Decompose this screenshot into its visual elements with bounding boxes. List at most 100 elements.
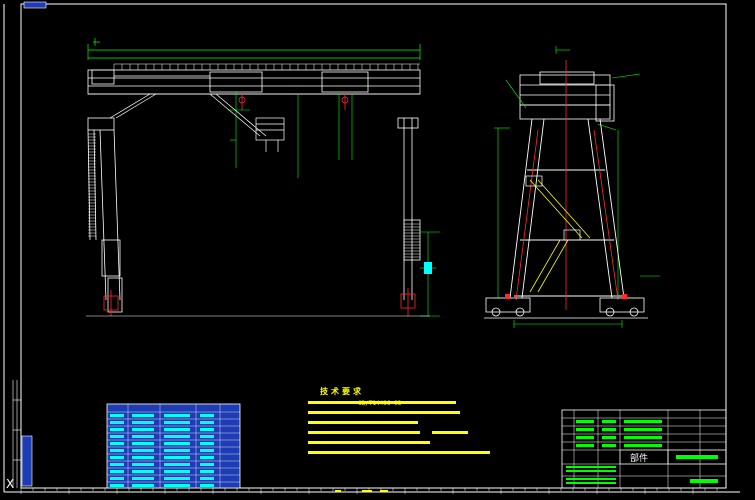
bottom-left-x-mark: X xyxy=(6,477,14,491)
title-block: 部件 xyxy=(561,409,727,489)
table-cell-text xyxy=(164,435,190,438)
table-cell-text xyxy=(110,449,124,452)
table-cell-text xyxy=(110,421,124,424)
notes-title: 技术要求 xyxy=(320,386,364,396)
table-cell-text xyxy=(110,435,124,438)
technical-requirements: 技术要求 GB/T14406—93 xyxy=(308,386,490,454)
front-view-dimensions xyxy=(87,38,421,60)
table-cell-text xyxy=(110,456,124,459)
table-cell-text xyxy=(164,442,190,445)
standard-code-text: GB/T14406—93 xyxy=(358,400,402,407)
side-elevation-view xyxy=(484,46,660,328)
girder-railing xyxy=(113,63,420,70)
table-cell-text xyxy=(200,456,214,459)
cad-drawing-canvas[interactable]: X 技术要求 GB/T14406—93 部件 xyxy=(0,0,755,500)
table-cell-text xyxy=(200,428,214,431)
table-cell-text xyxy=(164,463,190,466)
note-line xyxy=(430,451,490,454)
drawing-code-box xyxy=(23,1,47,9)
right-height-dimension-label xyxy=(424,262,432,274)
table-cell-text xyxy=(132,414,154,417)
side-view-a-frame xyxy=(509,118,625,299)
table-cell-text xyxy=(164,449,190,452)
table-cell-text xyxy=(132,442,154,445)
title-cell-text xyxy=(576,428,594,431)
hook-height-dimensions xyxy=(228,92,353,178)
table-cell-text xyxy=(200,421,214,424)
table-cell-text xyxy=(200,477,214,480)
title-cell-text xyxy=(624,420,662,423)
side-view-base-dimension xyxy=(513,320,623,328)
table-cell-text xyxy=(132,435,154,438)
table-cell-text xyxy=(200,449,214,452)
title-block-stamp: 部件 xyxy=(630,452,648,464)
note-line xyxy=(426,411,460,414)
left-leg-ladder xyxy=(88,133,96,237)
title-cell-text xyxy=(602,428,616,431)
table-cell-text xyxy=(132,463,154,466)
table-cell-text xyxy=(110,484,124,487)
side-view-ladder xyxy=(529,179,591,293)
table-cell-text xyxy=(132,449,154,452)
table-cell-text xyxy=(200,442,214,445)
table-cell-text xyxy=(200,463,214,466)
table-cell-text xyxy=(200,470,214,473)
table-cell-text xyxy=(110,477,124,480)
side-view-centerlines xyxy=(515,60,619,310)
table-cell-text xyxy=(200,414,214,417)
note-line xyxy=(426,401,456,404)
right-leg xyxy=(397,117,421,300)
title-cell-text xyxy=(566,482,616,484)
title-cell-text xyxy=(602,444,616,447)
title-cell-text xyxy=(624,436,662,439)
side-view-top-cab xyxy=(519,71,615,122)
table-cell-text xyxy=(110,442,124,445)
table-cell-text xyxy=(132,421,154,424)
table-cell-text xyxy=(164,484,190,487)
table-cell-text xyxy=(164,456,190,459)
right-leg-base xyxy=(400,288,416,316)
title-cell-text xyxy=(566,478,616,480)
title-cell-text xyxy=(576,436,594,439)
table-cell-text xyxy=(164,421,190,424)
table-cell-text xyxy=(110,428,124,431)
note-line xyxy=(432,431,468,434)
note-line xyxy=(308,411,426,414)
title-cell-text xyxy=(566,470,616,472)
notes-lines: GB/T14406—93 xyxy=(308,400,490,454)
main-girder xyxy=(87,69,421,95)
girder-stairway xyxy=(109,93,285,152)
hoist-hooks xyxy=(238,94,349,110)
table-cell-text xyxy=(164,470,190,473)
title-cell-text xyxy=(602,420,616,423)
table-cell-text xyxy=(110,470,124,473)
title-cell-text xyxy=(624,428,662,431)
table-cell-text xyxy=(164,414,190,417)
table-cell-text xyxy=(132,470,154,473)
title-cell-text xyxy=(576,444,594,447)
note-line xyxy=(308,451,432,454)
table-cell-text xyxy=(200,484,214,487)
table-cell-text xyxy=(132,484,154,487)
table-cell-text xyxy=(110,414,124,417)
note-line xyxy=(308,421,418,424)
drawing-number-text xyxy=(690,479,718,483)
title-cell-text xyxy=(566,466,616,468)
left-margin-strip xyxy=(12,380,33,488)
note-line xyxy=(308,441,430,444)
table-cell-text xyxy=(110,463,124,466)
title-cell-text xyxy=(624,444,662,447)
table-cell-text xyxy=(132,428,154,431)
side-view-platforms xyxy=(525,175,581,241)
table-cell-text xyxy=(132,477,154,480)
parameter-table xyxy=(106,403,241,489)
table-cell-text xyxy=(200,435,214,438)
table-cell-text xyxy=(164,477,190,480)
title-cell-text xyxy=(576,420,594,423)
title-cell-text xyxy=(602,436,616,439)
table-cell-text xyxy=(164,428,190,431)
table-cell-text xyxy=(132,456,154,459)
front-elevation-view xyxy=(86,38,440,317)
drawing-title-text xyxy=(676,455,718,459)
note-line xyxy=(308,431,420,434)
